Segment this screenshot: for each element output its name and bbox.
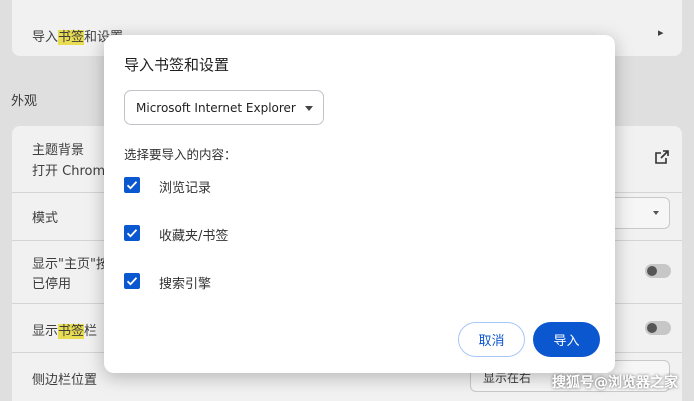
search-engine-checkbox[interactable] bbox=[124, 273, 140, 289]
checkmark-icon bbox=[126, 181, 138, 190]
history-checkbox[interactable] bbox=[124, 177, 140, 193]
browser-select[interactable]: Microsoft Internet Explorer bbox=[124, 90, 324, 125]
search-engine-label: 搜索引擎 bbox=[159, 277, 212, 292]
history-label: 浏览记录 bbox=[159, 181, 212, 196]
import-button[interactable]: 导入 bbox=[533, 322, 600, 357]
import-prompt: 选择要导入的内容： bbox=[124, 147, 237, 162]
checkmark-icon bbox=[126, 277, 138, 286]
checkmark-icon bbox=[126, 229, 138, 238]
cancel-button[interactable]: 取消 bbox=[458, 322, 525, 357]
watermark: 搜狐号@浏览器之家 bbox=[552, 375, 678, 391]
import-dialog: 导入书签和设置 Microsoft Internet Explorer 选择要导… bbox=[104, 35, 615, 373]
browser-select-value: Microsoft Internet Explorer bbox=[136, 101, 296, 115]
dialog-title: 导入书签和设置 bbox=[124, 56, 230, 74]
favorites-checkbox[interactable] bbox=[124, 225, 140, 241]
favorites-label: 收藏夹/书签 bbox=[159, 229, 229, 244]
chevron-down-icon bbox=[305, 106, 313, 111]
